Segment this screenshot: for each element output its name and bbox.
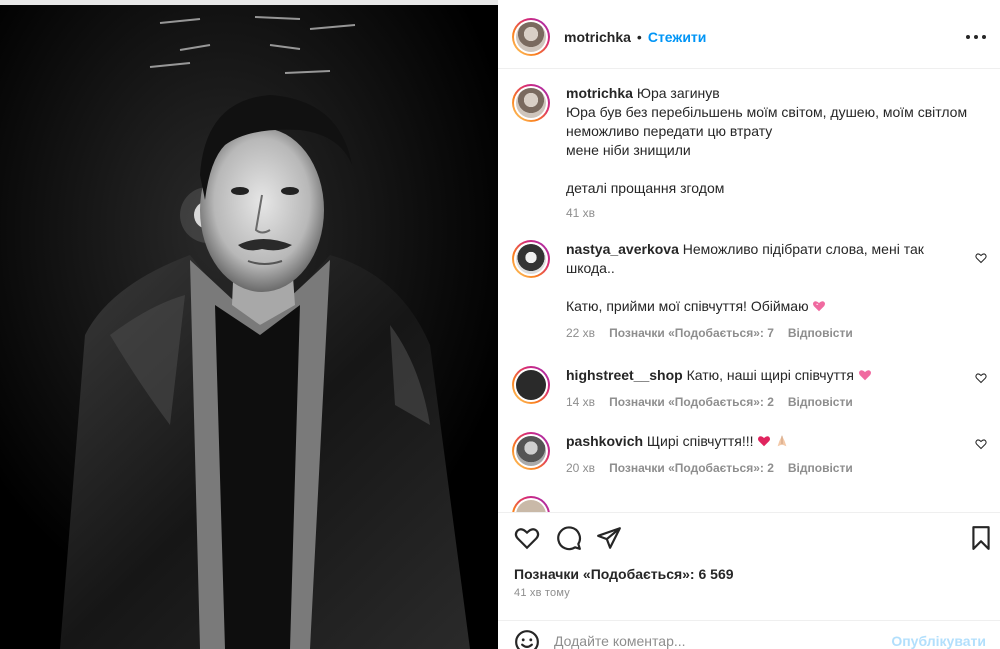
caption-line: неможливо передати цю втрату xyxy=(566,123,773,139)
likes-count[interactable]: Позначки «Подобається»: 6 569 xyxy=(514,566,734,582)
comment-time[interactable]: 22 хв xyxy=(566,324,595,343)
add-comment-bar: Опублікувати xyxy=(498,620,1000,649)
reply-button[interactable]: Відповісти xyxy=(788,324,853,343)
praying-hands-emoji-icon xyxy=(777,435,787,447)
reply-button[interactable]: Відповісти xyxy=(788,459,853,478)
red-heart-emoji-icon xyxy=(758,436,771,447)
commenter-username[interactable]: highstreet__shop xyxy=(566,367,683,383)
post-header: motrichka • Стежити xyxy=(498,5,1000,69)
commenter-avatar[interactable] xyxy=(512,240,550,278)
comment-heart-icon[interactable] xyxy=(975,372,987,384)
sparkling-heart-emoji-icon xyxy=(813,301,826,312)
comment-text: Катю, наші щирі співчуття xyxy=(686,367,854,383)
comment-heart-icon[interactable] xyxy=(975,252,987,264)
post-actions-bar xyxy=(498,512,1000,566)
separator-dot: • xyxy=(636,28,642,45)
comments-list[interactable]: motrichka Юра загинув Юра був без перебі… xyxy=(498,70,1000,512)
author-avatar[interactable] xyxy=(512,17,550,56)
comment-input[interactable] xyxy=(554,633,884,649)
sparkling-heart-emoji-icon xyxy=(858,370,871,381)
commenter-avatar[interactable] xyxy=(512,496,550,512)
author-username[interactable]: motrichka xyxy=(564,29,631,45)
post-photo[interactable] xyxy=(0,0,498,649)
paper-plane-icon[interactable] xyxy=(596,525,622,551)
comment-heart-icon[interactable] xyxy=(975,438,987,450)
commenter-avatar[interactable] xyxy=(512,432,550,470)
portrait-photo xyxy=(0,5,498,649)
comment-time[interactable]: 14 хв xyxy=(566,393,595,412)
comment-likes[interactable]: Позначки «Подобається»: 7 xyxy=(609,324,774,343)
caption-username[interactable]: motrichka xyxy=(566,85,633,101)
smile-icon[interactable] xyxy=(514,629,540,649)
caption-avatar[interactable] xyxy=(512,84,550,122)
caption-line: деталі прощання згодом xyxy=(566,180,725,196)
comment-icon[interactable] xyxy=(556,525,582,551)
publish-button[interactable]: Опублікувати xyxy=(891,633,986,649)
follow-button[interactable]: Стежити xyxy=(648,29,707,45)
reply-button[interactable]: Відповісти xyxy=(788,393,853,412)
caption-line: мене ніби знищили xyxy=(566,142,691,158)
heart-icon[interactable] xyxy=(514,525,540,551)
caption-time[interactable]: 41 хв xyxy=(566,204,595,223)
more-options-icon[interactable] xyxy=(966,27,986,47)
caption-title: Юра загинув xyxy=(636,85,720,101)
comment-text: Щирі співчуття!!! xyxy=(646,433,754,449)
commenter-username[interactable]: nastya_averkova xyxy=(566,241,679,257)
post-details-panel: motrichka • Стежити motrichka Юра загину… xyxy=(498,0,1000,649)
comment-time[interactable]: 20 хв xyxy=(566,459,595,478)
comment-likes[interactable]: Позначки «Подобається»: 2 xyxy=(609,393,774,412)
comment-text: шкода.. xyxy=(566,260,615,276)
commenter-avatar[interactable] xyxy=(512,366,550,404)
comment-text: Неможливо підібрати слова, мені так xyxy=(682,241,924,257)
caption-line: Юра був без перебільшень моїм світом, ду… xyxy=(566,104,968,120)
comment-likes[interactable]: Позначки «Подобається»: 2 xyxy=(609,459,774,478)
comment-text: Катю, прийми мої співчуття! Обіймаю xyxy=(566,298,809,314)
bookmark-icon[interactable] xyxy=(968,525,994,551)
commenter-username[interactable]: pashkovich xyxy=(566,433,643,449)
post-timestamp[interactable]: 41 хв тому xyxy=(514,587,570,599)
